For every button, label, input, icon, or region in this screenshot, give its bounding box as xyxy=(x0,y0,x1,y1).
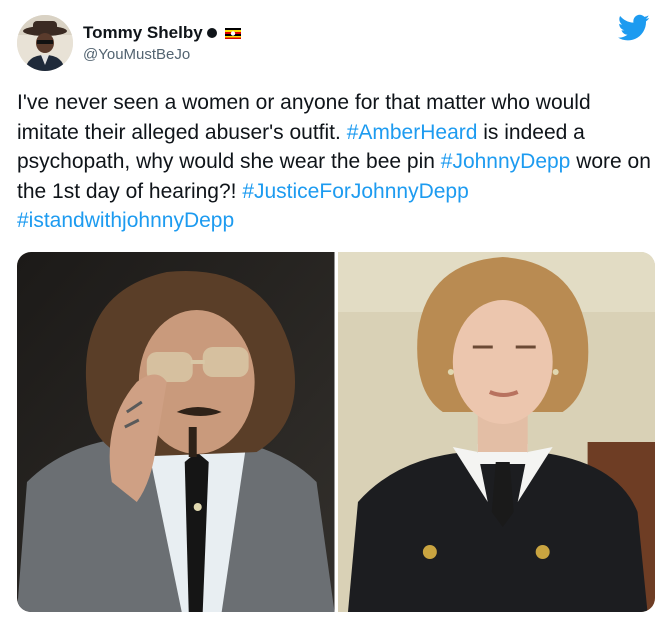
display-name[interactable]: Tommy Shelby xyxy=(83,23,203,43)
handle[interactable]: @YouMustBeJo xyxy=(83,46,241,63)
photo-man-in-sunglasses[interactable] xyxy=(17,252,335,612)
photo-woman-in-courtroom[interactable] xyxy=(337,252,655,612)
uganda-flag-icon xyxy=(224,27,241,39)
display-name-row: Tommy Shelby xyxy=(83,23,241,43)
tweet-media xyxy=(17,252,655,612)
tweet-text: I've never seen a women or anyone for th… xyxy=(17,88,657,236)
hashtag-link[interactable]: #JohnnyDepp xyxy=(441,150,571,173)
twitter-bird-icon[interactable] xyxy=(617,14,650,42)
badge-icon xyxy=(206,28,217,38)
tweet-card: Tommy Shelby @YouMustBeJo I've never see… xyxy=(0,0,670,620)
hashtag-link[interactable]: #istandwithjohnnyDepp xyxy=(17,209,234,232)
hashtag-link[interactable]: #AmberHeard xyxy=(347,121,478,144)
tweet-header: Tommy Shelby @YouMustBeJo xyxy=(17,14,241,72)
hashtag-link[interactable]: #JusticeForJohnnyDepp xyxy=(242,180,468,203)
author-names: Tommy Shelby @YouMustBeJo xyxy=(83,23,241,63)
avatar[interactable] xyxy=(17,15,73,71)
